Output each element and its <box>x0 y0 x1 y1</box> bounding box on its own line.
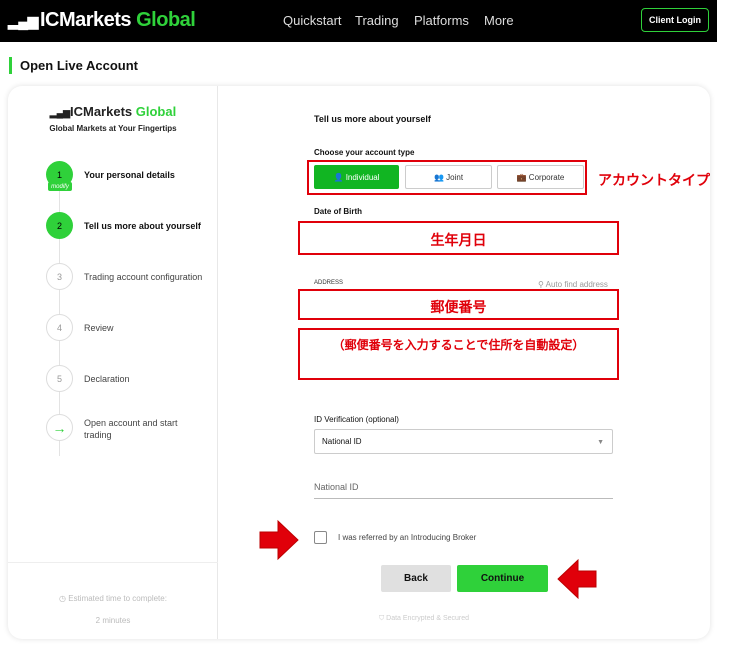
top-nav-bar: ▂▄▆ ICMarkets Global Quickstart Trading P… <box>0 0 717 42</box>
annotation-dob: 生年月日 <box>430 232 487 248</box>
national-id-underline <box>314 498 613 499</box>
step-label: Declaration <box>84 374 130 384</box>
annotation-postal-note: （郵便番号を入力することで住所を自動設定） <box>332 338 585 352</box>
page-title: Open Live Account <box>20 58 138 73</box>
annotation-arrow-left-icon <box>557 558 597 600</box>
back-button[interactable]: Back <box>381 565 451 592</box>
steps-sidebar: ▂▄▆ICMarkets Global Global Markets at Yo… <box>8 86 218 639</box>
account-type-label: Choose your account type <box>314 148 415 157</box>
step-label: Trading account configuration <box>84 272 203 282</box>
nav-quickstart[interactable]: Quickstart <box>283 13 342 28</box>
introducing-broker-checkbox[interactable] <box>314 531 327 544</box>
clock-icon: ◷ <box>59 594 69 603</box>
form-title: Tell us more about yourself <box>314 114 431 124</box>
signal-bars-icon: ▂▄▆ <box>8 13 38 29</box>
step-number: 4 <box>46 314 73 341</box>
step-label: Review <box>84 323 114 333</box>
annotation-account-type: アカウントタイプ <box>598 172 710 188</box>
search-icon: ⚲ <box>538 280 546 289</box>
id-verification-select[interactable]: National ID ▼ <box>314 429 613 454</box>
sidebar-divider <box>8 562 218 563</box>
nav-trading[interactable]: Trading <box>355 13 399 28</box>
annotation-arrow-right-icon <box>259 519 299 561</box>
id-verification-label: ID Verification (optional) <box>314 415 399 424</box>
signal-bars-icon: ▂▄▆ <box>49 108 70 118</box>
data-secured-note: ⛉ Data Encrypted & Secured <box>378 615 470 622</box>
sidebar-tagline: Global Markets at Your Fingertips <box>49 124 177 133</box>
ic-markets-logo[interactable]: ▂▄▆ ICMarkets Global <box>8 9 196 32</box>
caret-down-icon: ▼ <box>597 439 604 446</box>
page-title-accent <box>9 57 12 74</box>
step-label: Your personal details <box>84 170 175 180</box>
nav-more[interactable]: More <box>484 13 514 28</box>
step-label: trading <box>84 430 112 440</box>
annotation-postal: 郵便番号 <box>430 299 487 315</box>
step-label: Open account and start <box>84 418 178 428</box>
introducing-broker-label: I was referred by an Introducing Broker <box>338 533 477 542</box>
continue-button[interactable]: Continue <box>457 565 548 592</box>
step-number: 5 <box>46 365 73 392</box>
step-number: 2 <box>46 212 73 239</box>
step-label: Tell us more about yourself <box>84 221 201 231</box>
auto-find-address-link[interactable]: ⚲ Auto find address <box>538 280 608 289</box>
dob-label: Date of Birth <box>314 207 362 216</box>
arrow-right-icon: → <box>46 414 73 441</box>
estimated-time: ◷ Estimated time to complete: <box>59 594 167 603</box>
sidebar-logo: ▂▄▆ICMarkets Global <box>49 104 177 119</box>
step-number: 3 <box>46 263 73 290</box>
modify-badge[interactable]: modify <box>48 182 72 191</box>
nav-platforms[interactable]: Platforms <box>414 13 469 28</box>
annotation-box-account-type <box>307 160 587 195</box>
client-login-button[interactable]: Client Login <box>641 8 709 32</box>
address-label: ADDRESS <box>314 280 344 286</box>
national-id-input[interactable]: National ID <box>314 482 359 492</box>
